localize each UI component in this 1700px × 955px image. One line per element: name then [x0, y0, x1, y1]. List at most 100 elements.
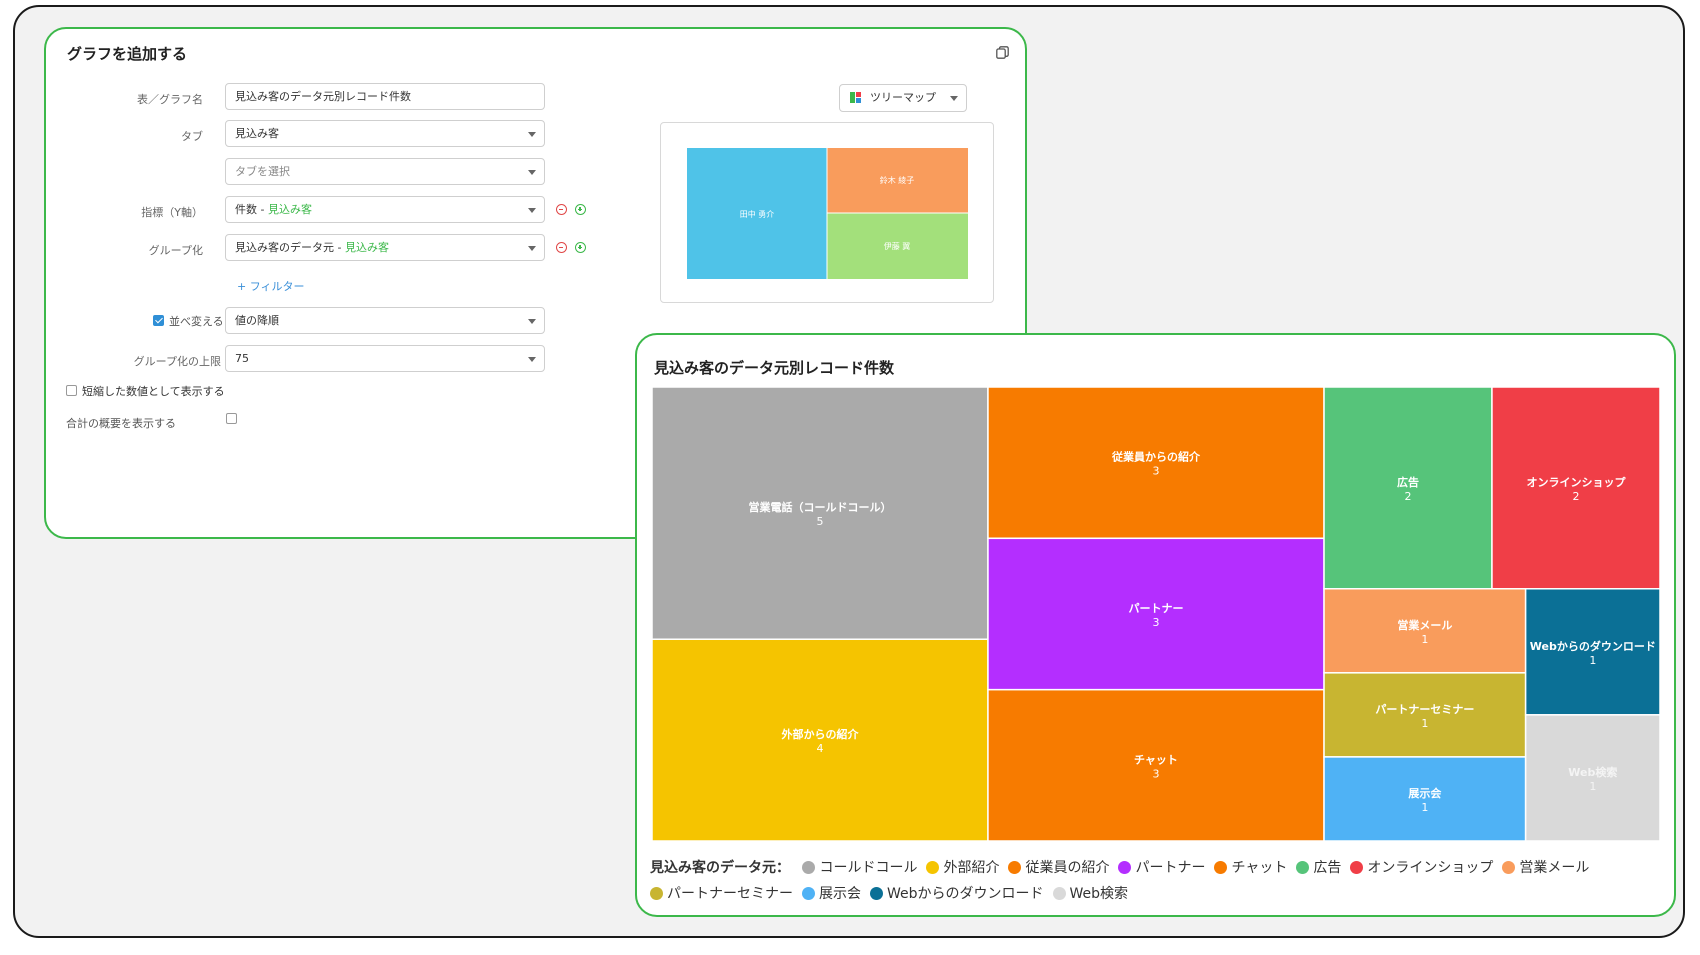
legend-label: チャット — [1231, 860, 1288, 876]
summary-checkbox[interactable] — [226, 413, 237, 424]
chevron-down-icon — [528, 132, 536, 137]
treemap-value-2: 3 — [1153, 465, 1160, 478]
legend-dot-icon — [870, 887, 883, 900]
group-limit-label: グループ化の上限 — [133, 355, 221, 368]
legend-item-0[interactable]: コールドコール — [802, 855, 917, 881]
sort-select[interactable]: 値の降順 — [225, 307, 545, 334]
preview-label-1: 鈴木 綾子 — [880, 175, 915, 185]
chevron-down-icon — [528, 170, 536, 175]
legend-dot-icon — [926, 861, 940, 874]
legend-item-5[interactable]: 広告 — [1296, 855, 1341, 881]
legend-dot-icon — [1296, 861, 1310, 874]
legend-item-2[interactable]: 従業員の紹介 — [1008, 855, 1109, 881]
legend-label: パートナー — [1135, 860, 1206, 876]
legend-dot-icon — [1052, 887, 1066, 900]
remove-metric-icon[interactable] — [556, 204, 567, 215]
chart-type-value: ツリーマップ — [870, 91, 936, 104]
legend-item-4[interactable]: チャット — [1214, 855, 1287, 881]
legend-item-10[interactable]: Webからのダウンロード — [870, 881, 1044, 907]
short-number-label: 短縮した数値として表示する — [82, 385, 225, 398]
legend-dot-icon — [802, 861, 816, 874]
legend-title: 見込み客のデータ元： — [650, 860, 790, 876]
treemap-chart-card: 見込み客のデータ元別レコード件数 営業電話（コールドコール） 5 外部からの紹介 4 従… — [635, 333, 1676, 917]
legend-label: 展示会 — [819, 886, 861, 902]
legend-item-8[interactable]: パートナーセミナー — [650, 881, 793, 907]
legend-label: 広告 — [1313, 860, 1342, 876]
treemap-label-8: パートナーセミナー — [1375, 703, 1474, 716]
treemap-label-6: オンラインショップ — [1526, 475, 1626, 489]
treemap-value-9: 1 — [1421, 801, 1428, 814]
legend-item-3[interactable]: パートナー — [1118, 855, 1205, 881]
metric-label: 指標（Y軸） — [141, 206, 203, 219]
treemap-label-5: 広告 — [1397, 475, 1419, 489]
add-group-icon[interactable] — [575, 242, 586, 253]
group-label: グループ化 — [148, 244, 203, 257]
chevron-down-icon — [528, 208, 536, 213]
chevron-down-icon — [528, 246, 536, 251]
chevron-down-icon — [950, 96, 958, 101]
panel-title: グラフを追加する — [67, 45, 188, 63]
preview-label-2: 伊藤 翼 — [884, 241, 911, 251]
group-select[interactable]: 見込み客のデータ元 - 見込み客 — [225, 234, 545, 261]
treemap-value-8: 1 — [1421, 717, 1428, 730]
tab-label: タブ — [181, 130, 203, 143]
legend-label: Web検索 — [1069, 886, 1129, 902]
treemap-chart: 営業電話（コールドコール）5外部からの紹介4従業員からの紹介3パートナー3チャッ… — [652, 387, 1660, 841]
tab-select[interactable]: 見込み客 — [225, 120, 545, 147]
graph-name-value: 見込み客のデータ元別レコード件数 — [235, 90, 411, 103]
legend-dot-icon — [1214, 861, 1228, 874]
legend-label: パートナーセミナー — [667, 886, 793, 902]
sort-value: 値の降順 — [235, 314, 279, 327]
chart-legend: 見込み客のデータ元： コールドコール 外部紹介 従業員の紹介 パートナー チャット 広告 オ… — [650, 855, 1660, 907]
legend-item-7[interactable]: 営業メール — [1502, 855, 1589, 881]
legend-item-9[interactable]: 展示会 — [802, 881, 861, 907]
legend-dot-icon — [650, 887, 663, 900]
chart-type-select[interactable]: ツリーマップ — [839, 84, 967, 112]
group-source: 見込み客 — [344, 241, 389, 254]
treemap-value-5: 2 — [1405, 490, 1412, 503]
legend-dot-icon — [1502, 861, 1516, 874]
tab-select-placeholder: タブを選択 — [235, 165, 290, 178]
treemap-icon — [850, 92, 861, 103]
legend-label: 営業メール — [1519, 860, 1590, 876]
treemap-value-10: 1 — [1589, 654, 1596, 667]
treemap-label-3: パートナー — [1129, 602, 1184, 615]
metric-value: 件数 - — [235, 203, 268, 216]
sort-checkbox[interactable] — [153, 315, 164, 326]
graph-name-input[interactable]: 見込み客のデータ元別レコード件数 — [225, 83, 545, 110]
treemap-label-10: Webからのダウンロード — [1530, 639, 1656, 653]
treemap-label-11: Web検索 — [1568, 765, 1617, 779]
summary-label: 合計の概要を表示する — [66, 417, 176, 430]
treemap-value-7: 1 — [1421, 633, 1428, 646]
chart-title: 見込み客のデータ元別レコード件数 — [654, 359, 895, 377]
legend-item-1[interactable]: 外部紹介 — [926, 855, 999, 881]
legend-item-11[interactable]: Web検索 — [1052, 881, 1129, 907]
group-limit-select[interactable]: 75 — [225, 345, 545, 372]
add-filter-link[interactable]: + フィルター — [237, 278, 305, 294]
legend-dot-icon — [1350, 861, 1364, 874]
legend-dot-icon — [802, 887, 815, 900]
window-frame: グラフを追加する 表／グラフ名 見込み客のデータ元別レコード件数 タブ 見込み客… — [13, 5, 1685, 938]
treemap-value-11: 1 — [1589, 780, 1596, 793]
chevron-down-icon — [528, 357, 536, 362]
remove-group-icon[interactable] — [556, 242, 567, 253]
copy-icon[interactable] — [996, 46, 1009, 59]
second-tab-select[interactable]: タブを選択 — [225, 158, 545, 185]
treemap-value-3: 3 — [1153, 616, 1160, 629]
treemap-value-4: 3 — [1153, 767, 1160, 780]
metric-select[interactable]: 件数 - 見込み客 — [225, 196, 545, 223]
chevron-down-icon — [528, 319, 536, 324]
legend-dot-icon — [1118, 861, 1132, 874]
short-number-checkbox[interactable] — [66, 385, 77, 396]
legend-label: 外部紹介 — [943, 860, 1000, 876]
name-label: 表／グラフ名 — [137, 93, 203, 106]
metric-source: 見込み客 — [267, 203, 312, 216]
group-value: 見込み客のデータ元 - — [235, 241, 345, 254]
treemap-label-2: 従業員からの紹介 — [1111, 450, 1201, 464]
treemap-value-0: 5 — [816, 515, 823, 528]
treemap-label-1: 外部からの紹介 — [780, 727, 859, 741]
treemap-label-4: チャット — [1134, 753, 1178, 766]
legend-item-6[interactable]: オンラインショップ — [1350, 855, 1493, 881]
group-limit-value: 75 — [235, 352, 249, 365]
add-metric-icon[interactable] — [575, 204, 586, 215]
